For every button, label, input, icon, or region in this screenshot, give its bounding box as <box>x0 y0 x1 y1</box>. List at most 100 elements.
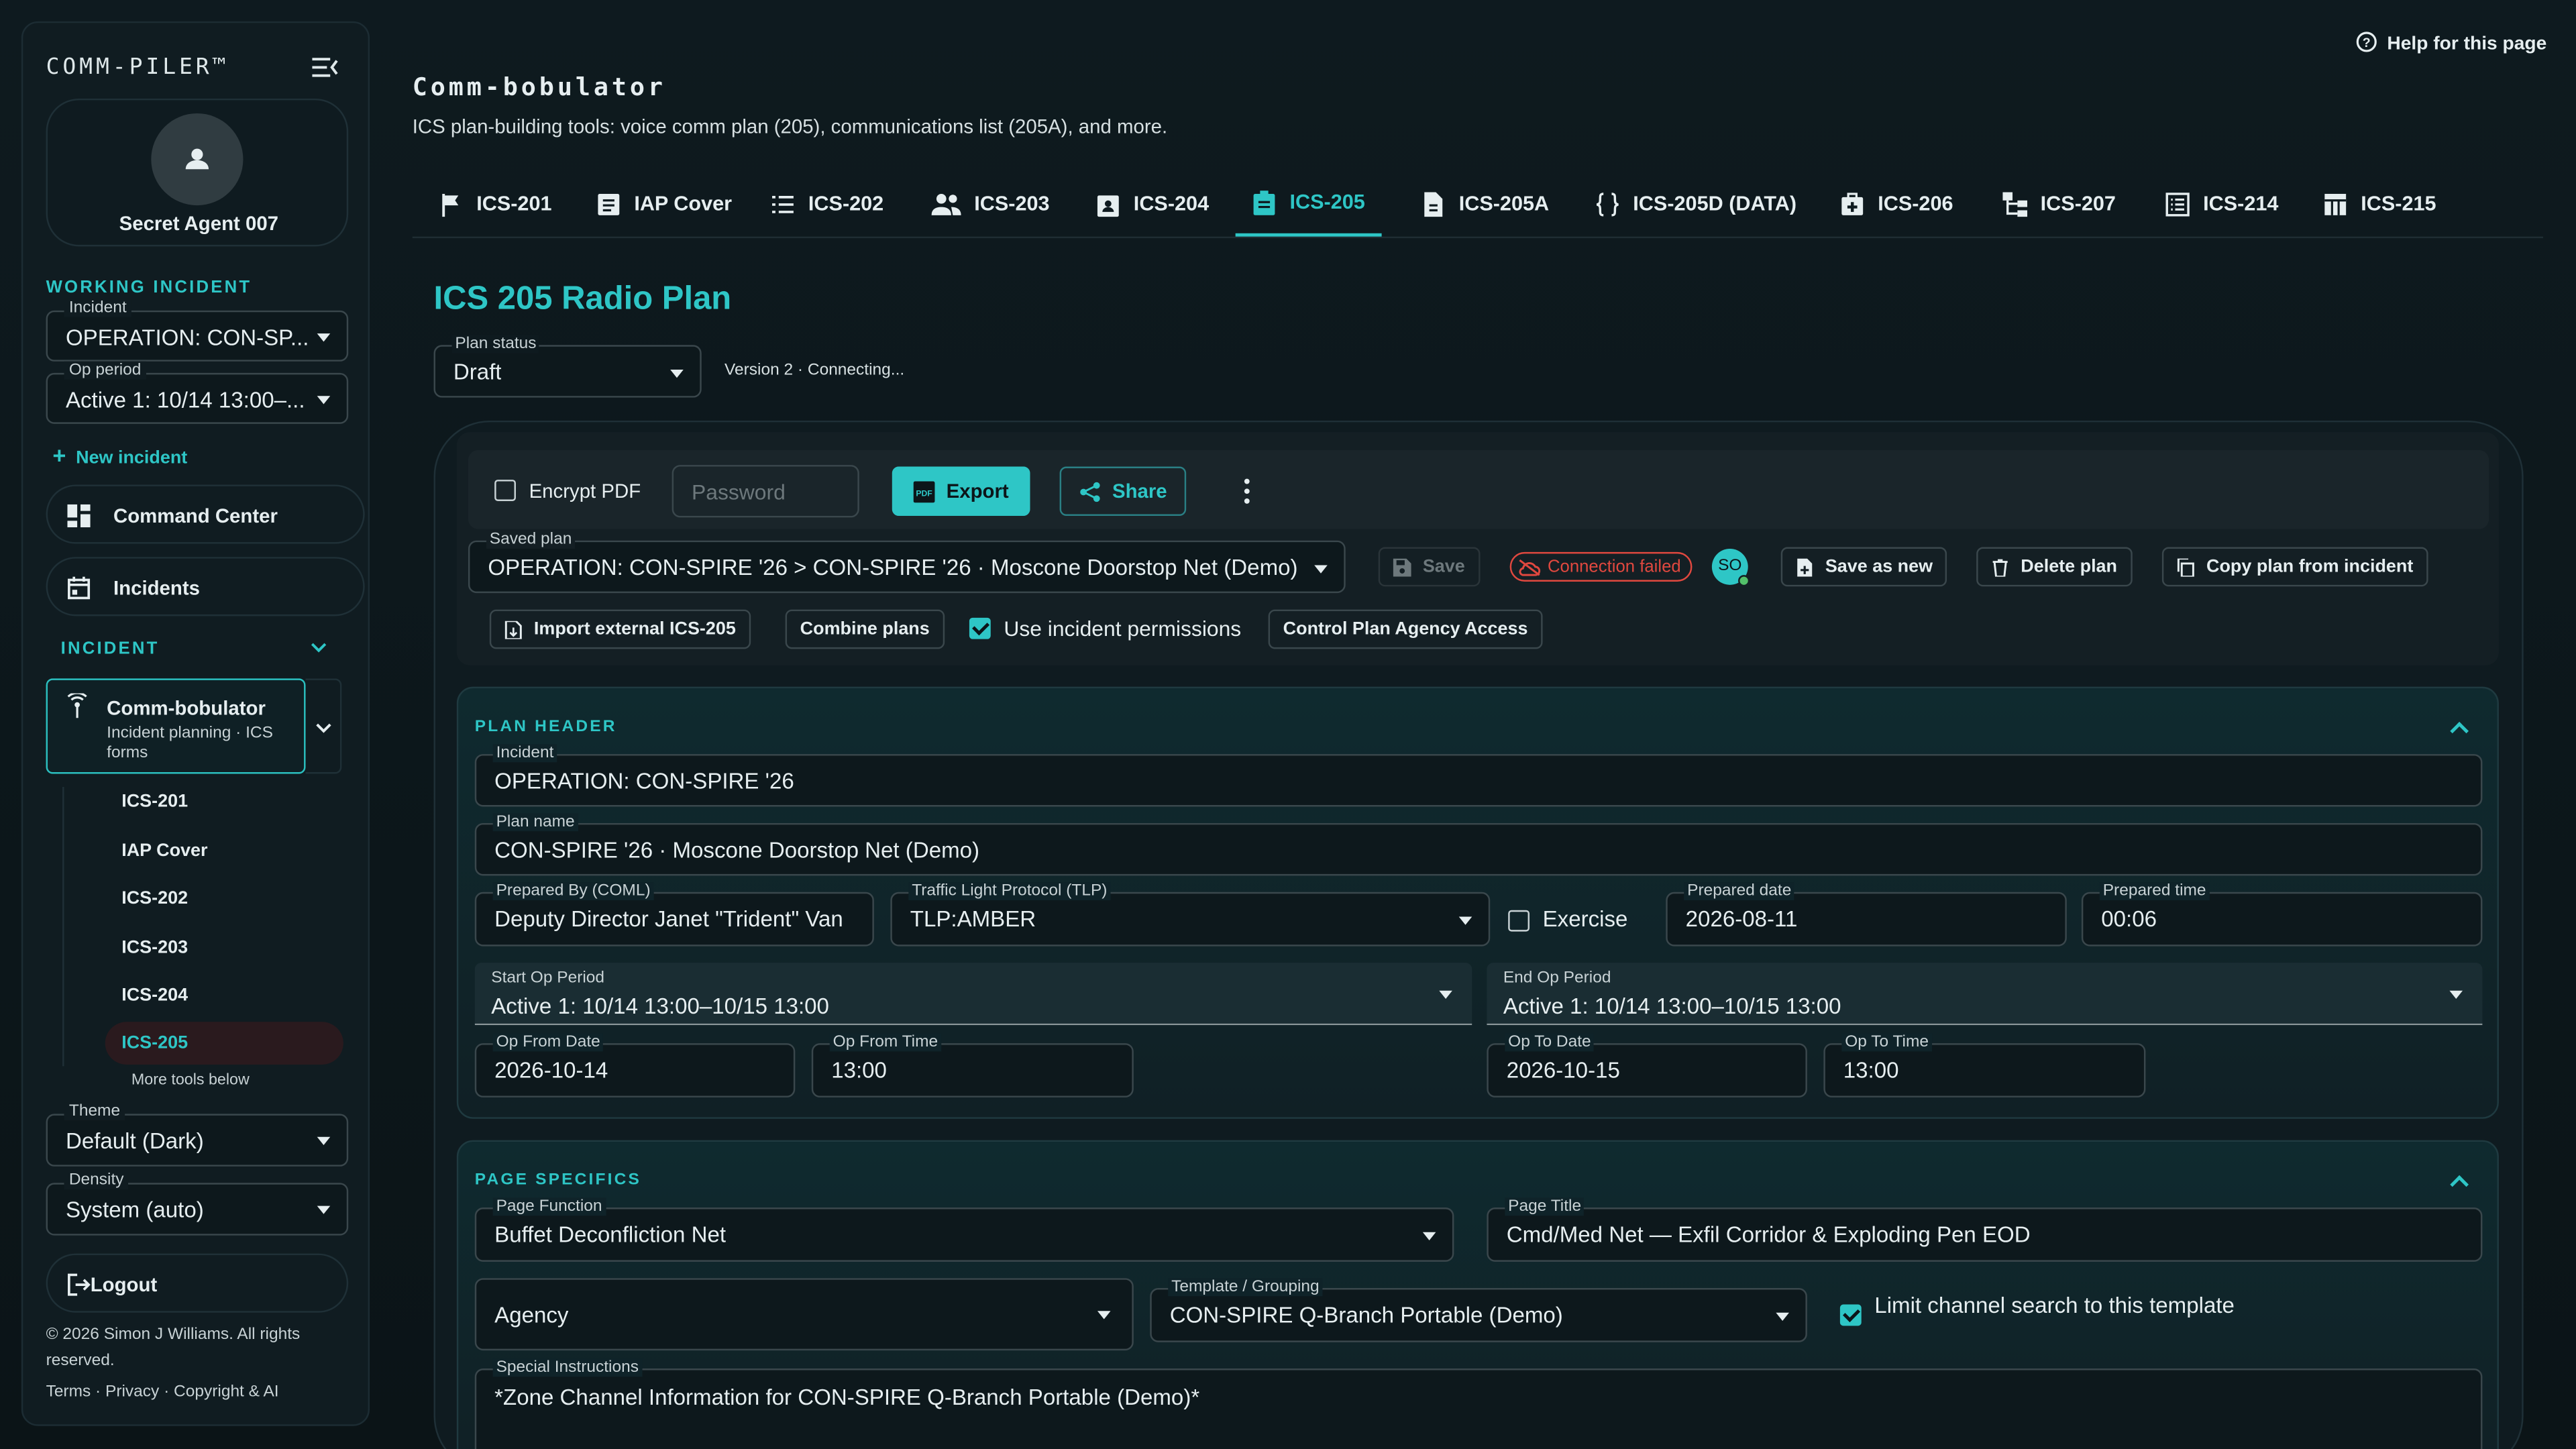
copyright-line-2: reserved. <box>46 1352 115 1371</box>
copyright-line-1: © 2026 Simon J Williams. All rights <box>46 1326 301 1344</box>
sub-item-ics-201[interactable]: ICS-201 <box>121 792 188 811</box>
template-label: Template / Grouping <box>1168 1278 1323 1297</box>
exercise-label: Exercise <box>1542 906 1628 932</box>
page-title-field[interactable]: Page Title Cmd/Med Net — Exfil Corridor … <box>1487 1197 2483 1262</box>
tab-ics-205[interactable]: ICS-205 <box>1235 171 1382 237</box>
sub-item-ics-202[interactable]: ICS-202 <box>121 889 188 908</box>
prepared-time-field[interactable]: Prepared time 00:06 <box>2081 882 2483 947</box>
tab-ics-205a[interactable]: ICS-205A <box>1405 171 1566 237</box>
save-as-new-button[interactable]: Save as new <box>1780 547 1948 587</box>
chevron-down-icon <box>317 1136 331 1145</box>
user-card[interactable]: Secret Agent 007 <box>46 98 349 247</box>
agency-select[interactable]: Agency <box>474 1278 1134 1351</box>
theme-select[interactable]: Theme Default (Dark) <box>46 1102 349 1167</box>
page-function-select[interactable]: Page Function Buffet Deconfliction Net <box>474 1197 1454 1262</box>
tab-ics-205d[interactable]: ICS-205D (DATA) <box>1578 171 1813 237</box>
exercise-checkbox[interactable] <box>1508 910 1530 932</box>
save-as-new-label: Save as new <box>1825 557 1933 577</box>
tab-ics-206[interactable]: ICS-206 <box>1823 171 1970 237</box>
start-op-period-select[interactable]: Start Op Period Active 1: 10/14 13:00–10… <box>474 963 1472 1026</box>
incident-select[interactable]: Incident OPERATION: CON-SP... <box>46 299 349 362</box>
comm-bobulator-nav[interactable]: Comm-bobulator Incident planning · ICS f… <box>46 678 306 774</box>
combine-plans-button[interactable]: Combine plans <box>785 609 945 649</box>
tab-iap-cover[interactable]: IAP Cover <box>580 171 748 237</box>
help-label: Help for this page <box>2387 34 2547 54</box>
control-access-button[interactable]: Control Plan Agency Access <box>1268 609 1543 649</box>
encrypt-pdf-checkbox[interactable] <box>494 480 516 501</box>
person-icon <box>185 148 209 170</box>
tool-expand-toggle[interactable] <box>305 678 342 774</box>
export-button[interactable]: PDF Export <box>892 466 1030 516</box>
chevron-up-icon[interactable] <box>2450 721 2469 741</box>
end-op-period-select[interactable]: End Op Period Active 1: 10/14 13:00–10/1… <box>1487 963 2483 1026</box>
prepared-date-label: Prepared date <box>1684 882 1795 901</box>
people-icon <box>931 193 961 215</box>
incidents-button[interactable]: Incidents <box>46 557 365 616</box>
prepared-time-label: Prepared time <box>2099 882 2210 901</box>
special-instructions-field[interactable]: Special Instructions *Zone Channel Infor… <box>474 1358 2483 1449</box>
incident-label: Incident <box>492 744 557 763</box>
op-period-value: Active 1: 10/14 13:00–... <box>65 387 305 413</box>
copy-plan-button[interactable]: Copy plan from incident <box>2161 547 2428 587</box>
op-to-time-label: Op To Time <box>1841 1033 1932 1052</box>
chevron-down-icon <box>1314 565 1328 574</box>
svg-text:PDF: PDF <box>916 488 932 497</box>
tab-ics-207[interactable]: ICS-207 <box>1986 171 2133 237</box>
more-vert-icon[interactable] <box>1242 478 1252 504</box>
cloud-off-icon <box>1519 558 1541 576</box>
incident-field[interactable]: Incident OPERATION: CON-SPIRE '26 <box>474 744 2483 807</box>
import-label: Import external ICS-205 <box>533 619 736 639</box>
sub-item-ics-203[interactable]: ICS-203 <box>121 938 188 957</box>
command-center-button[interactable]: Command Center <box>46 484 365 544</box>
footer-links[interactable]: Terms · Privacy · Copyright & AI <box>46 1383 279 1401</box>
incident-value: OPERATION: CON-SPIRE '26 <box>494 769 794 794</box>
prepared-by-field[interactable]: Prepared By (COML) Deputy Director Janet… <box>474 882 874 947</box>
badge-icon <box>1097 195 1119 217</box>
density-select[interactable]: Density System (auto) <box>46 1171 349 1236</box>
share-icon <box>1080 481 1100 501</box>
password-input[interactable]: Password <box>672 465 859 518</box>
import-ics205-button[interactable]: Import external ICS-205 <box>489 609 751 649</box>
use-incident-permissions-checkbox[interactable] <box>969 617 991 639</box>
tlp-select[interactable]: Traffic Light Protocol (TLP) TLP:AMBER <box>890 882 1491 947</box>
plan-status-select[interactable]: Plan status Draft <box>433 335 702 398</box>
tab-ics-204[interactable]: ICS-204 <box>1079 171 1226 237</box>
op-from-date-field[interactable]: Op From Date 2026-10-14 <box>474 1033 796 1097</box>
tab-ics-215[interactable]: ICS-215 <box>2306 171 2453 237</box>
command-center-label: Command Center <box>113 504 278 528</box>
tab-ics-214[interactable]: ICS-214 <box>2149 171 2295 237</box>
new-incident-link[interactable]: + New incident <box>52 442 187 468</box>
tab-ics-202[interactable]: ICS-202 <box>754 171 900 237</box>
share-button[interactable]: Share <box>1059 466 1187 516</box>
sub-item-iap-cover[interactable]: IAP Cover <box>121 841 207 861</box>
page-title-label: Page Title <box>1505 1197 1585 1216</box>
op-from-time-field[interactable]: Op From Time 13:00 <box>811 1033 1134 1097</box>
tab-ics-203[interactable]: ICS-203 <box>915 171 1066 237</box>
chevron-down-icon <box>317 396 331 405</box>
incidents-label: Incidents <box>113 576 201 600</box>
page-title-value: Cmd/Med Net — Exfil Corridor & Exploding… <box>1506 1222 2031 1247</box>
op-period-select[interactable]: Op period Active 1: 10/14 13:00–... <box>46 361 349 424</box>
logout-button[interactable]: Logout <box>46 1253 349 1313</box>
chevron-down-icon <box>317 1205 331 1214</box>
sub-item-ics-205[interactable]: ICS-205 <box>121 1033 188 1053</box>
help-link[interactable]: ? Help for this page <box>2356 32 2546 54</box>
saved-plan-select[interactable]: Saved plan OPERATION: CON-SPIRE '26 > CO… <box>468 531 1346 594</box>
collapse-menu-icon[interactable] <box>312 56 338 78</box>
limit-template-checkbox[interactable] <box>1839 1304 1862 1326</box>
delete-plan-button[interactable]: Delete plan <box>1976 547 2133 587</box>
sub-item-ics-204[interactable]: ICS-204 <box>121 985 188 1005</box>
chevron-up-icon[interactable] <box>2450 1175 2469 1194</box>
op-to-time-field[interactable]: Op To Time 13:00 <box>1823 1033 2146 1097</box>
chevron-down-icon <box>1439 990 1452 999</box>
tab-ics-201[interactable]: ICS-201 <box>422 171 568 237</box>
template-select[interactable]: Template / Grouping CON-SPIRE Q-Branch P… <box>1150 1278 1807 1342</box>
list-icon <box>772 195 794 213</box>
prepared-date-field[interactable]: Prepared date 2026-08-11 <box>1666 882 2067 947</box>
tool-subtitle-1: Incident planning · ICS <box>107 724 273 743</box>
op-to-date-field[interactable]: Op To Date 2026-10-15 <box>1487 1033 1807 1097</box>
save-button[interactable]: Save <box>1378 547 1480 587</box>
chevron-down-icon[interactable] <box>311 641 327 654</box>
plan-name-field[interactable]: Plan name CON-SPIRE '26 · Moscone Doorst… <box>474 813 2483 876</box>
plus-icon: + <box>52 441 66 468</box>
